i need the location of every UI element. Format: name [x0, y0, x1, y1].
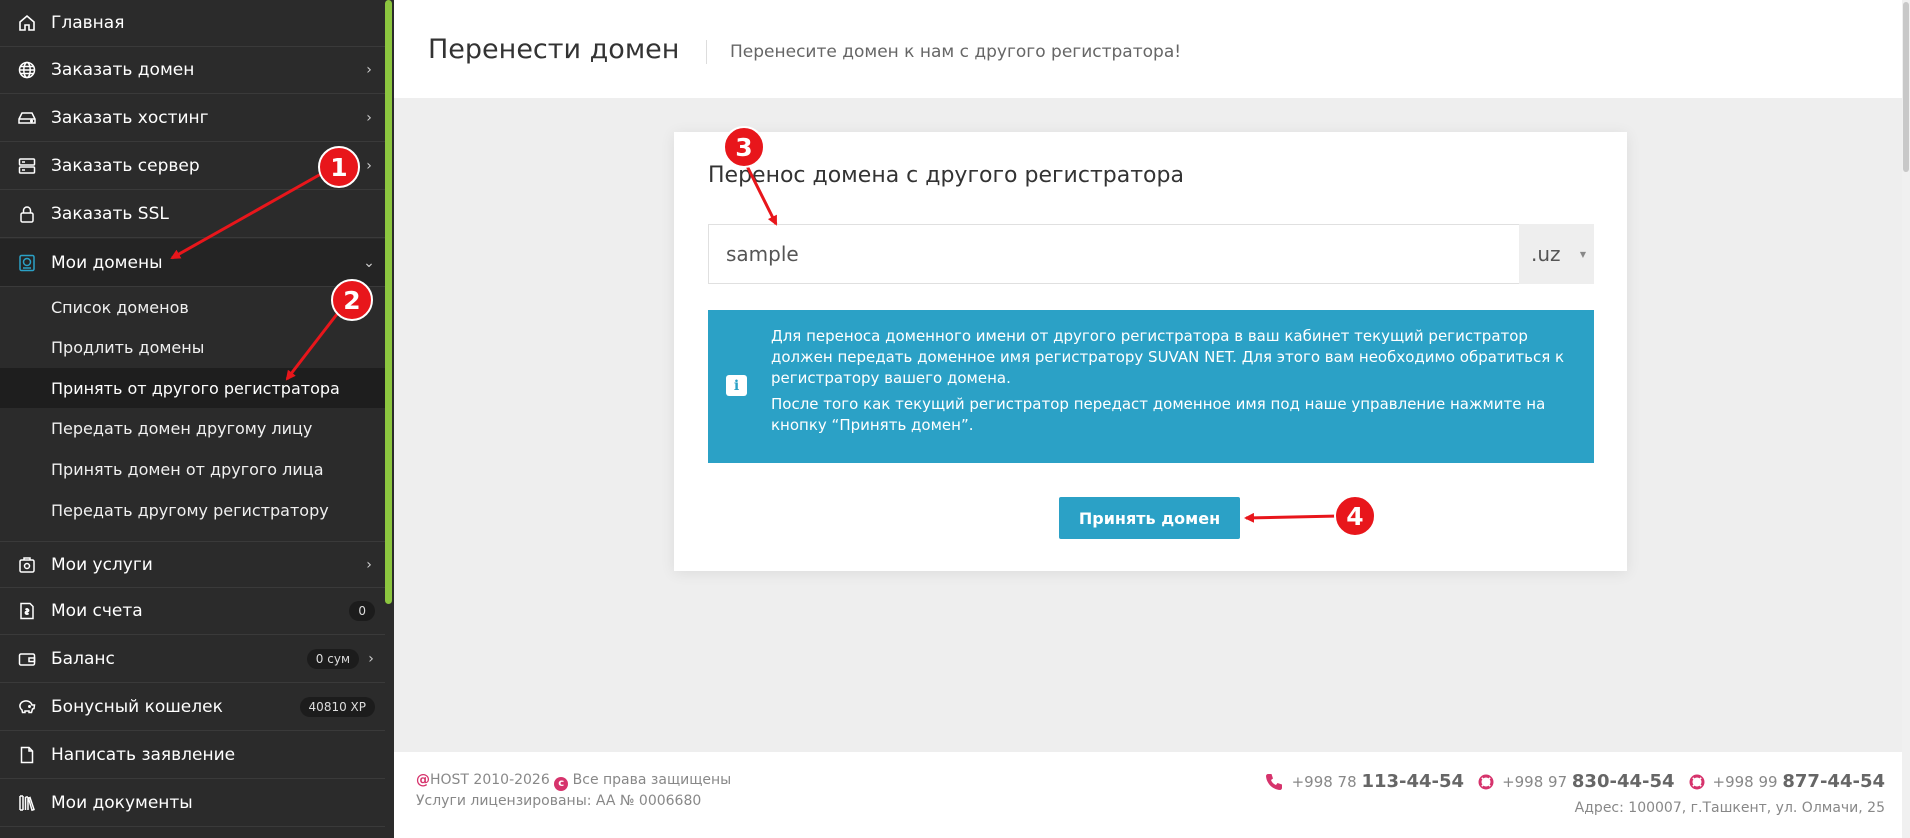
lock-icon [17, 204, 37, 224]
sidebar-item-order-hosting[interactable]: Заказать хостинг › [0, 95, 385, 142]
submenu-item-transfer-to-registrar[interactable]: Передать другому регистратору [0, 490, 385, 530]
page-scrollbar-thumb[interactable] [1903, 2, 1909, 172]
footer-phones: +998 78 113-44-54 +998 97 830-44-54 +998… [1264, 771, 1885, 792]
footer-copyright: @HOST 2010-2026 c Все права защищены [416, 772, 731, 791]
phone-icon [1264, 772, 1284, 792]
phone-prefix: +998 99 [1712, 773, 1778, 791]
footer: @HOST 2010-2026 c Все права защищены Усл… [394, 752, 1910, 838]
server-icon [17, 156, 37, 176]
submenu-item-accept-from-registrar[interactable]: Принять от другого регистратора [0, 368, 385, 408]
sidebar-item-label: Мои услуги [51, 554, 153, 575]
info-paragraph-1: Для переноса доменного имени от другого … [771, 327, 1565, 387]
sidebar-item-write-application[interactable]: Написать заявление [0, 732, 385, 779]
sidebar-item-label: Мои документы [51, 793, 193, 813]
phone-prefix: +998 78 [1291, 773, 1357, 791]
sidebar-item-label: Главная [51, 13, 125, 33]
sidebar-item-label: Заказать домен [51, 60, 195, 80]
phone-1[interactable]: +998 78 113-44-54 [1292, 771, 1464, 792]
chevron-right-icon: › [366, 556, 372, 573]
domain-icon [17, 253, 37, 273]
sidebar-item-home[interactable]: Главная [0, 0, 385, 47]
footer-license: Услуги лицензированы: AA № 0006680 [416, 793, 702, 809]
sidebar-item-order-domain[interactable]: Заказать домен › [0, 47, 385, 94]
sidebar-item-label: Мои домены [51, 252, 163, 273]
card-title: Перенос домена с другого регистратора [708, 163, 1184, 188]
phone-number: 830-44-54 [1571, 771, 1675, 792]
domain-name-input[interactable] [708, 224, 1520, 284]
hard-drive-icon [17, 108, 37, 128]
home-icon [17, 13, 37, 33]
info-icon: i [726, 375, 747, 396]
sidebar-item-balance[interactable]: Баланс 0 сум › [0, 636, 385, 683]
sidebar-item-label: Бонусный кошелек [51, 697, 223, 717]
footer-address: Адрес: 100007, г.Ташкент, ул. Олмачи, 25 [1574, 800, 1885, 816]
wallet-icon [17, 649, 37, 669]
transfer-card: Перенос домена с другого регистратора .u… [674, 132, 1627, 571]
sidebar-item-bonus-wallet[interactable]: Бонусный кошелек 40810 XP [0, 684, 385, 731]
at-sign: @ [416, 772, 430, 788]
phone-number: 113-44-54 [1361, 771, 1465, 792]
balance-badge: 0 сум [306, 649, 359, 669]
bonus-xp-badge: 40810 XP [299, 697, 375, 717]
chevron-right-icon: › [368, 651, 374, 667]
submenu-item-domain-list[interactable]: Список доменов [0, 287, 385, 327]
caret-down-icon: ▼ [1579, 250, 1586, 259]
phone-number: 877-44-54 [1782, 771, 1885, 792]
accept-domain-button[interactable]: Принять домен [1059, 497, 1240, 539]
invoices-count-badge: 0 [349, 601, 375, 621]
sidebar: Главная Заказать домен › Заказать хостин… [0, 0, 394, 838]
phone-3[interactable]: +998 99 877-44-54 [1713, 771, 1885, 792]
sidebar-item-label: Заказать сервер [51, 156, 200, 176]
sidebar-item-my-domains[interactable]: Мои домены ⌄ [0, 239, 385, 287]
copyright-years: HOST 2010-2026 [430, 772, 550, 788]
submenu-item-renew-domains[interactable]: Продлить домены [0, 327, 385, 367]
page-subtitle: Перенесите домен к нам с другого регистр… [730, 42, 1182, 62]
page-header: Перенести домен Перенесите домен к нам с… [394, 0, 1910, 98]
submenu-label: Передать домен другому лицу [51, 418, 313, 438]
domains-submenu: Список доменов Продлить домены Принять о… [0, 287, 385, 548]
sidebar-item-order-server[interactable]: Заказать сервер › [0, 143, 385, 190]
submenu-label: Принять домен от другого лица [51, 459, 324, 479]
phone-2[interactable]: +998 97 830-44-54 [1502, 771, 1674, 792]
submenu-item-transfer-to-person[interactable]: Передать домен другому лицу [0, 408, 385, 448]
info-alert: i Для переноса доменного имени от другог… [708, 310, 1594, 463]
sidebar-item-my-services[interactable]: Мои услуги › [0, 541, 385, 588]
piggy-bank-icon [17, 697, 37, 717]
sidebar-item-label: Мои счета [51, 601, 143, 621]
globe-icon [17, 60, 37, 80]
tld-select[interactable]: .uz ▼ [1519, 224, 1594, 284]
page-scrollbar[interactable] [1902, 0, 1910, 838]
chevron-down-icon: ⌄ [363, 254, 375, 271]
submenu-label: Передать другому регистратору [51, 500, 329, 520]
invoice-icon [17, 601, 37, 621]
copyright-rights: Все права защищены [572, 772, 732, 788]
document-icon [17, 745, 37, 765]
sidebar-item-label: Написать заявление [51, 745, 236, 765]
tld-selected-value: .uz [1531, 242, 1561, 266]
chevron-right-icon: › [366, 62, 372, 78]
sidebar-item-label: Заказать SSL [51, 204, 169, 224]
lifebuoy-icon [1478, 774, 1494, 790]
sidebar-item-my-invoices[interactable]: Мои счета 0 [0, 588, 385, 635]
services-icon [17, 555, 37, 575]
submenu-label: Список доменов [51, 297, 189, 317]
chevron-right-icon: › [366, 110, 372, 126]
submenu-label: Принять от другого регистратора [51, 378, 340, 398]
page-title: Перенести домен [428, 34, 680, 65]
chevron-right-icon: › [366, 158, 372, 174]
info-paragraph-2: После того как текущий регистратор перед… [771, 395, 1546, 434]
info-alert-text: Для переноса доменного имени от другого … [771, 326, 1576, 441]
books-icon [17, 793, 37, 813]
sidebar-item-label: Баланс [51, 649, 115, 669]
header-divider [706, 40, 707, 64]
copyright-icon: c [554, 777, 569, 791]
sidebar-scrollbar[interactable] [385, 0, 392, 604]
lifebuoy-icon [1689, 774, 1705, 790]
submenu-label: Продлить домены [51, 337, 205, 357]
phone-prefix: +998 97 [1502, 773, 1568, 791]
sidebar-item-order-ssl[interactable]: Заказать SSL [0, 191, 385, 238]
submenu-item-accept-from-person[interactable]: Принять домен от другого лица [0, 449, 385, 489]
sidebar-item-my-documents[interactable]: Мои документы [0, 780, 385, 827]
sidebar-item-label: Заказать хостинг [51, 108, 209, 128]
